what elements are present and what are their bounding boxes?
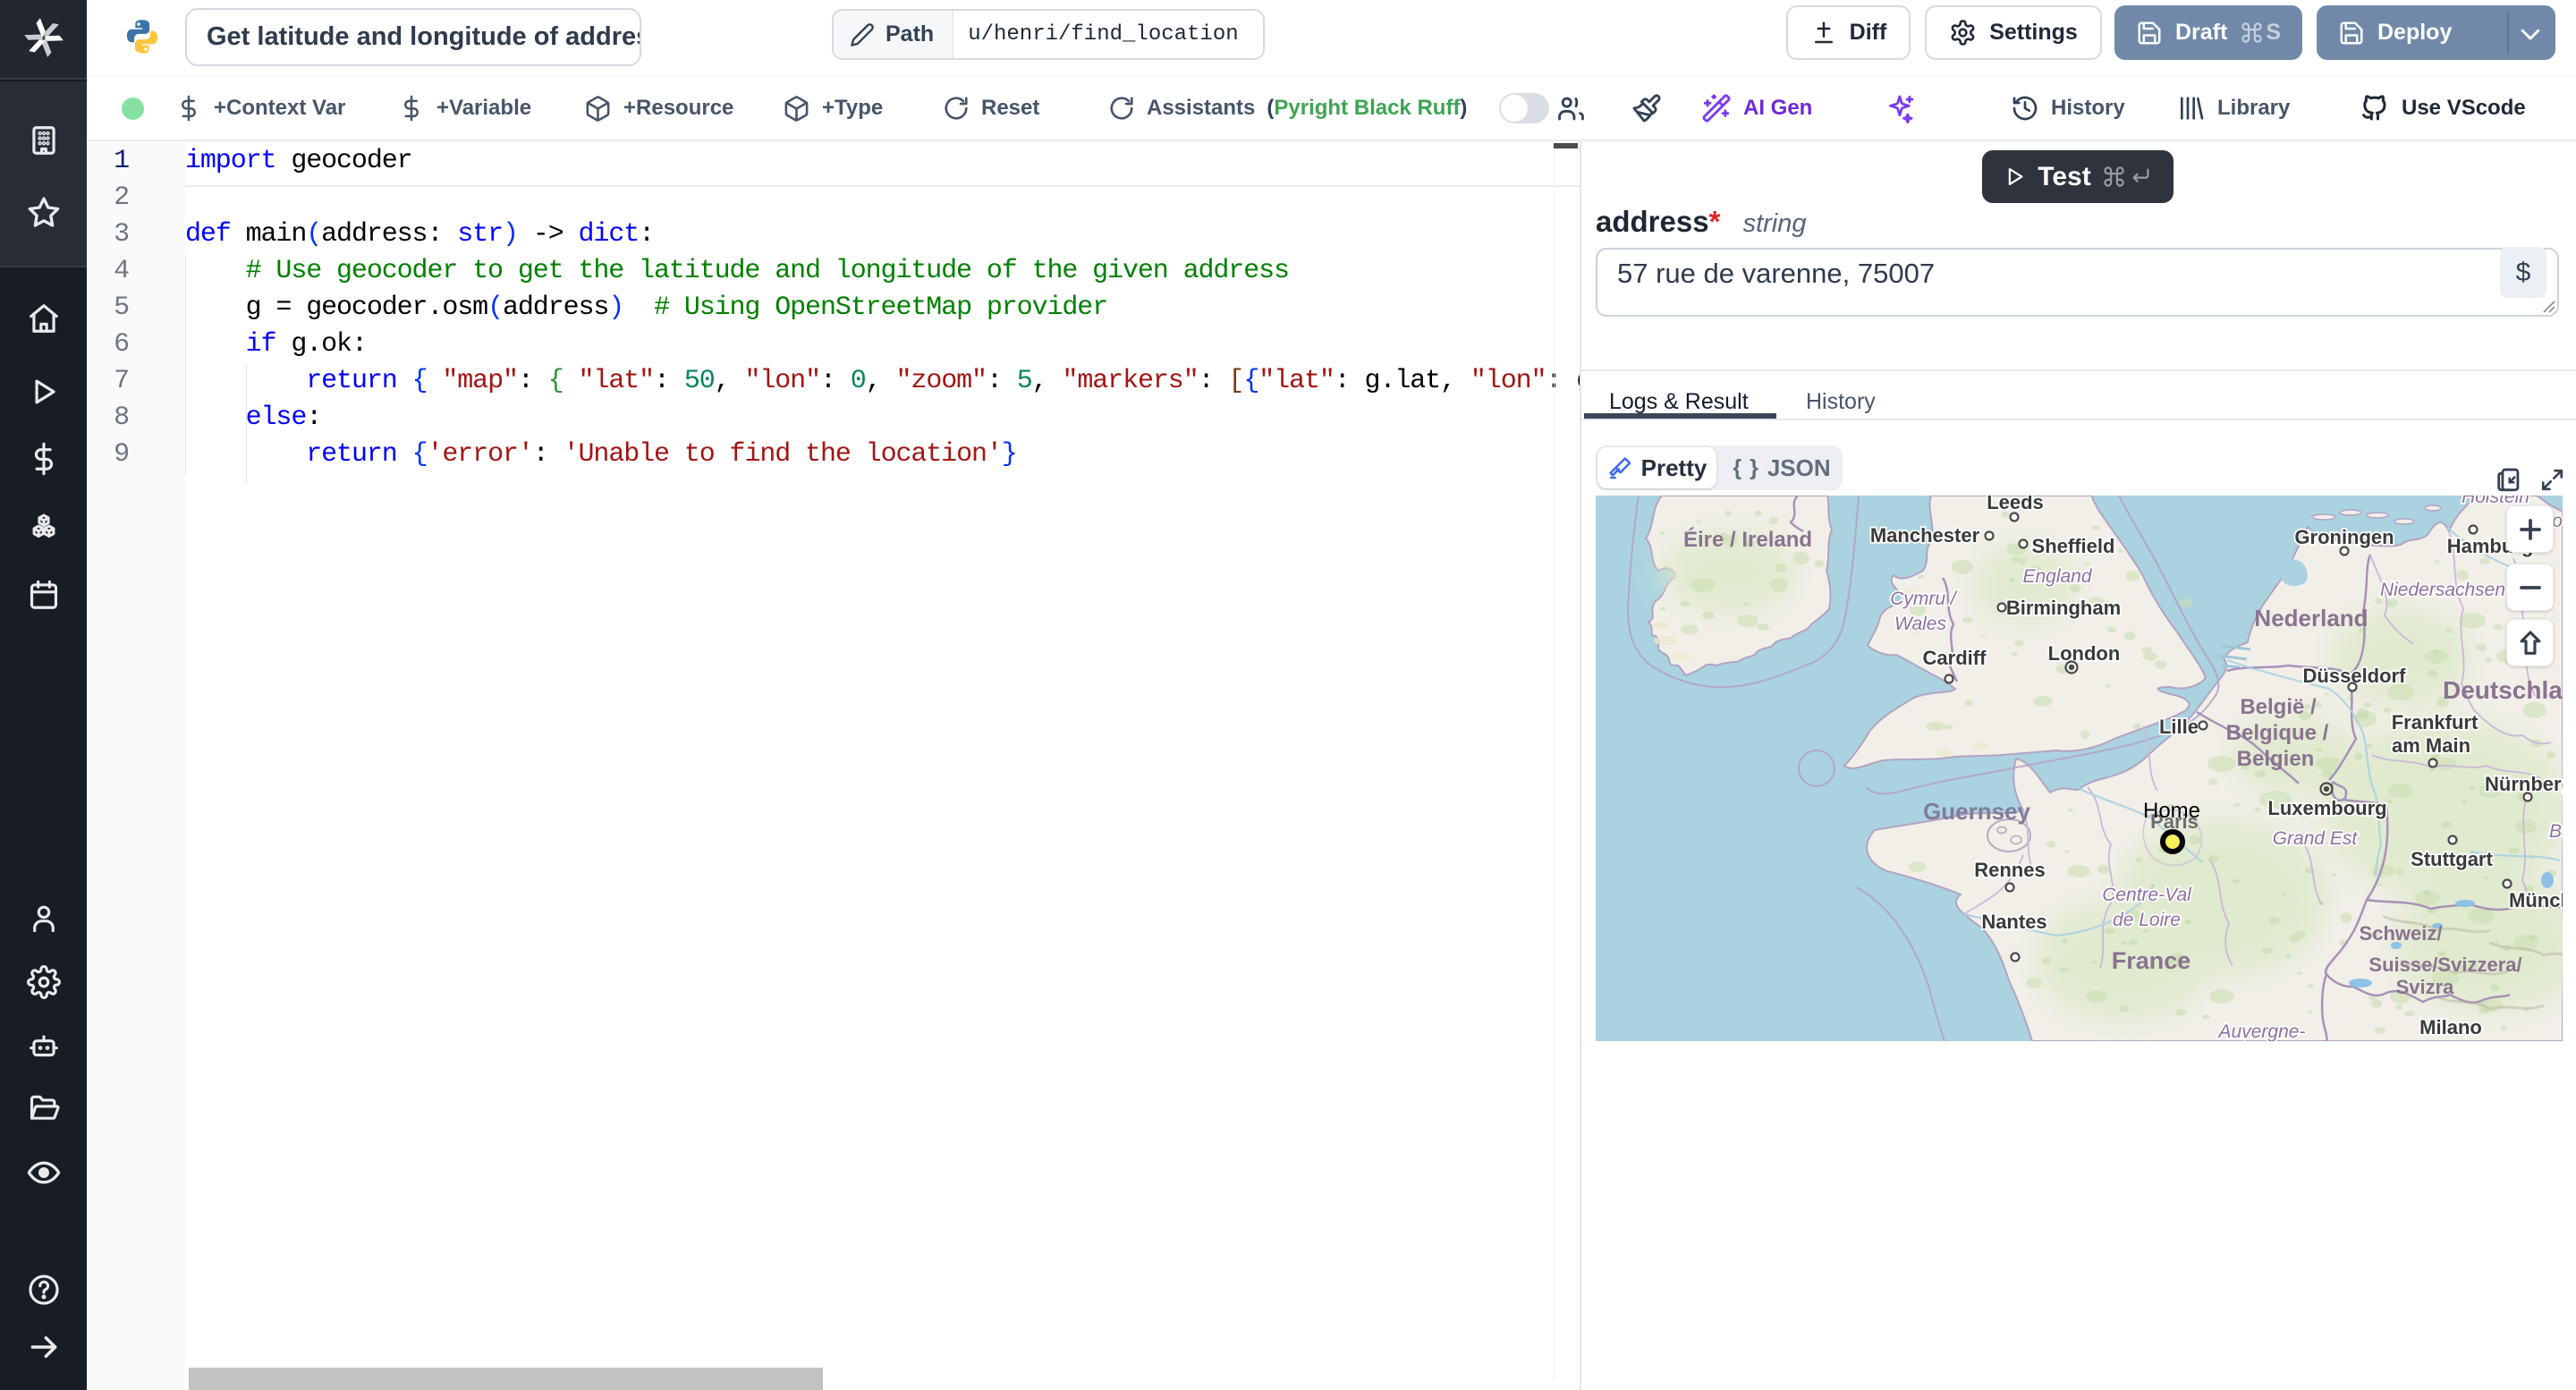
- svg-text:London: London: [2048, 642, 2121, 665]
- svg-text:Bay: Bay: [2549, 821, 2563, 842]
- svg-text:am Main: am Main: [2392, 734, 2470, 757]
- svg-text:Suisse/Svizzera/: Suisse/Svizzera/: [2368, 954, 2521, 976]
- svg-text:de Loire: de Loire: [2113, 910, 2181, 930]
- svg-text:Wales: Wales: [1894, 614, 1946, 634]
- svg-text:Auvergne-: Auvergne-: [2217, 1021, 2306, 1041]
- svg-text:Cymru /: Cymru /: [1890, 589, 1958, 609]
- svg-text:Frankfurt: Frankfurt: [2392, 711, 2479, 733]
- svg-text:Nantes: Nantes: [1981, 911, 2046, 933]
- svg-text:Groningen: Groningen: [2294, 526, 2394, 548]
- svg-text:Lille: Lille: [2159, 716, 2199, 738]
- svg-text:Sheffield: Sheffield: [2032, 535, 2115, 557]
- svg-text:Niedersachsen: Niedersachsen: [2380, 580, 2505, 600]
- svg-text:Home: Home: [2143, 799, 2200, 823]
- svg-text:Nürnberg: Nürnberg: [2485, 773, 2563, 795]
- svg-text:Guernsey: Guernsey: [1923, 798, 2030, 825]
- svg-text:Grand Est: Grand Est: [2273, 828, 2359, 849]
- svg-text:Birmingham: Birmingham: [2006, 597, 2121, 619]
- svg-text:Centre-Val: Centre-Val: [2102, 885, 2192, 905]
- svg-text:Schweiz/: Schweiz/: [2360, 922, 2443, 945]
- svg-text:Stuttgart: Stuttgart: [2411, 848, 2493, 870]
- svg-text:München: München: [2509, 889, 2563, 911]
- svg-text:England: England: [2022, 566, 2092, 587]
- svg-text:Manchester: Manchester: [1870, 524, 1980, 547]
- svg-text:Belgique /: Belgique /: [2226, 721, 2329, 745]
- svg-text:Rennes: Rennes: [1974, 859, 2045, 881]
- svg-text:Milano: Milano: [2419, 1016, 2482, 1038]
- svg-text:France: France: [2112, 947, 2191, 974]
- svg-text:Leeds: Leeds: [1987, 496, 2044, 513]
- svg-text:Belgien: Belgien: [2237, 747, 2315, 771]
- svg-text:Svizra: Svizra: [2396, 976, 2455, 998]
- svg-text:Nederland: Nederland: [2254, 605, 2368, 631]
- svg-text:Éire / Ireland: Éire / Ireland: [1683, 527, 1812, 552]
- svg-text:Cardiff: Cardiff: [1923, 647, 1987, 669]
- svg-text:Deutschlan: Deutschlan: [2443, 676, 2563, 704]
- svg-text:België /: België /: [2240, 695, 2317, 719]
- svg-text:Luxembourg: Luxembourg: [2267, 797, 2386, 819]
